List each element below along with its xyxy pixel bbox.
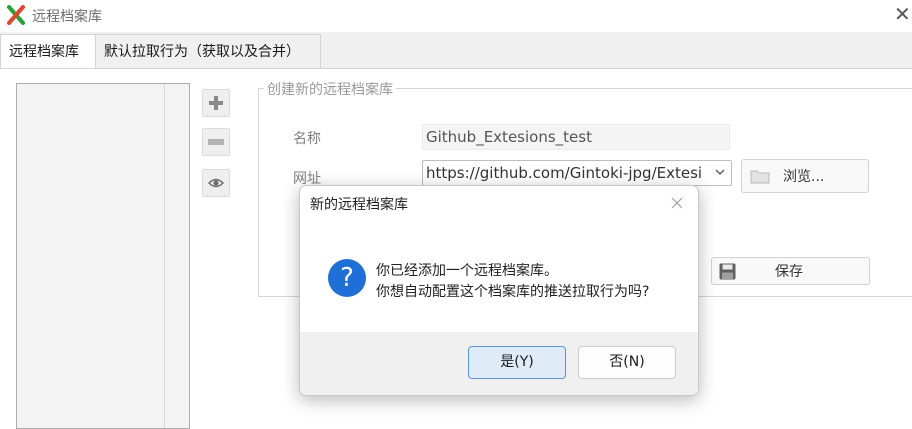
chevron-down-icon[interactable] (715, 167, 725, 177)
name-label: 名称 (293, 131, 321, 147)
window-close-button[interactable]: ✕ (894, 4, 912, 26)
dialog-close-icon[interactable] (670, 196, 684, 210)
dialog-message-line1: 你已经添加一个远程档案库。 (376, 263, 558, 279)
tab-strip: 远程档案库 默认拉取行为（获取以及合并） (0, 32, 912, 69)
remove-remote-button[interactable] (202, 128, 230, 156)
floppy-disk-icon (719, 263, 736, 280)
browse-button[interactable]: 浏览... (741, 159, 869, 193)
browse-button-label: 浏览... (783, 169, 825, 185)
name-input[interactable]: Github_Extesions_test (422, 124, 730, 150)
minus-icon (208, 139, 224, 145)
new-remote-dialog: 新的远程档案库 ? 你已经添加一个远程档案库。 你想自动配置这个档案库的推送拉取… (299, 185, 699, 396)
url-combobox[interactable]: https://github.com/Gintoki-jpg/Extesi (422, 160, 732, 186)
tab-remote-repositories[interactable]: 远程档案库 (0, 34, 96, 68)
url-value: https://github.com/Gintoki-jpg/Extesi (426, 164, 703, 182)
no-button[interactable]: 否(N) (578, 346, 676, 379)
folder-icon (750, 170, 770, 184)
question-icon: ? (328, 259, 366, 297)
save-button-label: 保存 (775, 264, 803, 280)
plus-icon (209, 96, 223, 110)
window-title: 远程档案库 (32, 9, 102, 25)
remote-list-scrollbar[interactable] (164, 84, 189, 428)
dialog-message-line2: 你想自动配置这个档案库的推送拉取行为吗? (376, 284, 650, 300)
gitextensions-app-icon (7, 5, 25, 25)
dialog-title: 新的远程档案库 (310, 197, 408, 213)
create-remote-group-title: 创建新的远程档案库 (264, 79, 396, 99)
tab-default-pull-behavior[interactable]: 默认拉取行为（获取以及合并） (96, 34, 321, 68)
save-button[interactable]: 保存 (711, 257, 870, 285)
eye-icon (208, 178, 224, 188)
window-titlebar: 远程档案库 ✕ (0, 0, 912, 32)
remote-list[interactable] (16, 83, 190, 429)
view-remote-button[interactable] (202, 169, 230, 197)
dialog-button-bar: 是(Y) 否(N) (300, 332, 698, 395)
yes-button[interactable]: 是(Y) (468, 346, 566, 379)
add-remote-button[interactable] (202, 89, 230, 117)
